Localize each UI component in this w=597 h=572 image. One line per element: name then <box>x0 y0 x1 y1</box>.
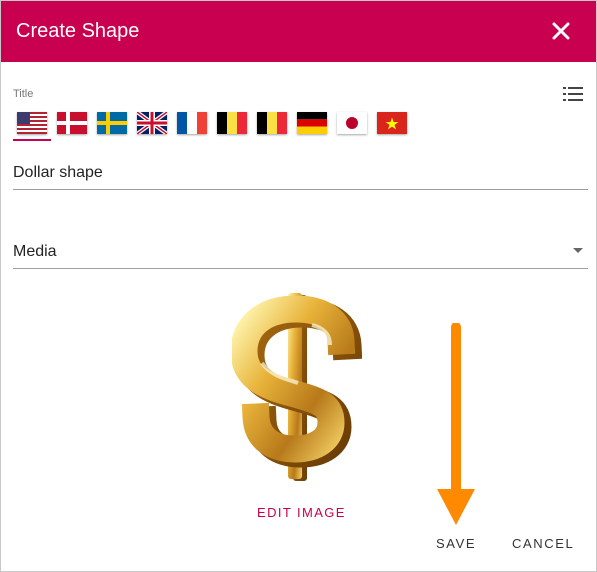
close-icon[interactable] <box>550 20 572 42</box>
list-icon[interactable] <box>563 85 585 103</box>
dollar-sign-image <box>232 293 362 481</box>
title-field[interactable]: Dollar shape <box>13 164 588 190</box>
cancel-button[interactable]: CANCEL <box>512 536 574 551</box>
chevron-down-icon <box>573 248 583 253</box>
flag-germany-icon[interactable] <box>297 112 327 134</box>
media-value: Media <box>13 243 57 260</box>
down-arrow-icon <box>437 323 475 525</box>
save-button[interactable]: SAVE <box>436 536 476 551</box>
flag-us-icon[interactable] <box>13 112 51 141</box>
edit-image-button[interactable]: EDIT IMAGE <box>257 505 346 520</box>
dialog-header: Create Shape <box>1 1 596 62</box>
create-shape-dialog: Create Shape Title Dollar shape Media ED… <box>0 0 597 572</box>
flag-france-icon[interactable] <box>177 112 207 134</box>
title-label: Title <box>13 88 34 100</box>
flag-japan-icon[interactable] <box>337 112 367 134</box>
title-value: Dollar shape <box>13 164 103 181</box>
flag-sweden-icon[interactable] <box>97 112 127 134</box>
flag-vietnam-icon[interactable] <box>377 112 407 134</box>
media-select[interactable]: Media <box>13 243 588 269</box>
flag-denmark-icon[interactable] <box>57 112 87 134</box>
flag-belgium-icon[interactable] <box>217 112 247 134</box>
flag-uk-icon[interactable] <box>137 112 167 134</box>
dialog-title: Create Shape <box>16 20 140 42</box>
flag-belgium-icon[interactable] <box>257 112 287 134</box>
